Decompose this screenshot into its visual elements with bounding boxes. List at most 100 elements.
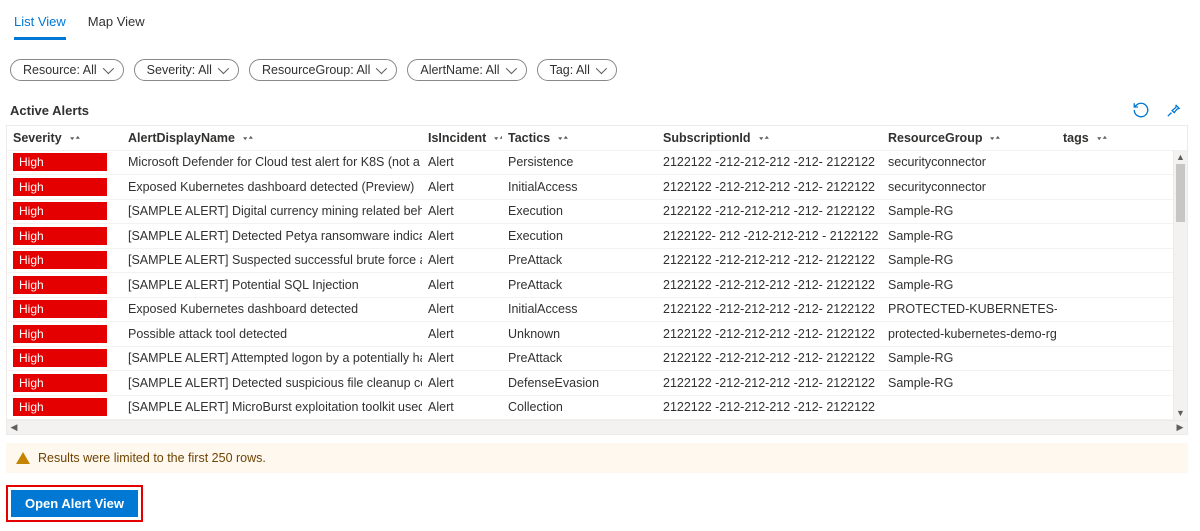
chevron-down-icon (505, 63, 516, 74)
cell-isincident: Alert (422, 351, 502, 365)
cell-alertdisplayname: [SAMPLE ALERT] Digital currency mining r… (122, 204, 422, 218)
table-row[interactable]: High Microsoft Defender for Cloud test al… (7, 151, 1187, 176)
filter-label: AlertName: All (420, 63, 499, 77)
filter-label: Severity: All (147, 63, 212, 77)
cell-severity: High (7, 178, 122, 196)
filter-pill[interactable]: Tag: All (537, 59, 617, 81)
cell-severity: High (7, 251, 122, 269)
chevron-down-icon (102, 63, 113, 74)
cell-alertdisplayname: [SAMPLE ALERT] MicroBurst exploitation t… (122, 400, 422, 414)
col-subscriptionid[interactable]: SubscriptionId (657, 131, 882, 145)
cell-resourcegroup: PROTECTED-KUBERNETES-DEMO-RG (882, 302, 1057, 316)
cell-tactics: Persistence (502, 155, 657, 169)
sort-icon (757, 131, 771, 145)
cell-tactics: Execution (502, 229, 657, 243)
col-resourcegroup[interactable]: ResourceGroup (882, 131, 1057, 145)
cell-isincident: Alert (422, 180, 502, 194)
filter-pill[interactable]: Severity: All (134, 59, 239, 81)
col-alertdisplayname[interactable]: AlertDisplayName (122, 131, 422, 145)
cell-resourcegroup: Sample-RG (882, 376, 1057, 390)
sort-icon (556, 131, 570, 145)
horizontal-scrollbar[interactable]: ◀ ▶ (7, 420, 1187, 434)
open-alert-view-button[interactable]: Open Alert View (11, 490, 138, 517)
cell-subscriptionid: 2122122 -212-212-212 -212- 2122122 (657, 180, 882, 194)
scrollbar-thumb[interactable] (1176, 164, 1185, 222)
cell-subscriptionid: 2122122 -212-212-212 -212- 2122122 (657, 400, 882, 414)
cell-alertdisplayname: Exposed Kubernetes dashboard detected (P… (122, 180, 422, 194)
cell-tactics: DefenseEvasion (502, 376, 657, 390)
cell-isincident: Alert (422, 376, 502, 390)
section-title: Active Alerts (10, 103, 89, 118)
table-row[interactable]: High [SAMPLE ALERT] Potential SQL Injecti… (7, 273, 1187, 298)
table-row[interactable]: High [SAMPLE ALERT] Digital currency mini… (7, 200, 1187, 225)
cell-tactics: InitialAccess (502, 180, 657, 194)
cell-subscriptionid: 2122122- 212 -212-212-212 - 2122122 (657, 229, 882, 243)
severity-badge: High (13, 398, 107, 416)
undo-icon[interactable] (1132, 101, 1150, 119)
severity-badge: High (13, 178, 107, 196)
scroll-up-icon[interactable]: ▲ (1174, 150, 1187, 164)
scroll-down-icon[interactable]: ▼ (1174, 406, 1187, 420)
filter-pill[interactable]: Resource: All (10, 59, 124, 81)
cell-alertdisplayname: [SAMPLE ALERT] Suspected successful brut… (122, 253, 422, 267)
cell-resourcegroup: Sample-RG (882, 278, 1057, 292)
cell-resourcegroup: Sample-RG (882, 229, 1057, 243)
cell-alertdisplayname: Microsoft Defender for Cloud test alert … (122, 155, 422, 169)
tab-map-view[interactable]: Map View (88, 10, 145, 40)
severity-badge: High (13, 325, 107, 343)
tab-list-view[interactable]: List View (14, 10, 66, 40)
cell-alertdisplayname: [SAMPLE ALERT] Potential SQL Injection (122, 278, 422, 292)
cell-tactics: PreAttack (502, 253, 657, 267)
cell-tactics: Collection (502, 400, 657, 414)
cell-subscriptionid: 2122122 -212-212-212 -212- 2122122 (657, 278, 882, 292)
table-row[interactable]: High[SAMPLE ALERT] Attempted logon by a … (7, 347, 1187, 372)
table-row[interactable]: High[SAMPLE ALERT] Detected Petya ransom… (7, 224, 1187, 249)
severity-badge: High (13, 349, 107, 367)
filter-bar: Resource: All Severity: All ResourceGroup:… (6, 59, 1188, 81)
sort-icon (241, 131, 255, 145)
vertical-scrollbar[interactable]: ▲ ▼ (1173, 150, 1187, 420)
severity-badge: High (13, 251, 107, 269)
cell-tactics: Execution (502, 204, 657, 218)
col-isincident[interactable]: IsIncident (422, 131, 502, 145)
cell-tactics: InitialAccess (502, 302, 657, 316)
severity-badge: High (13, 202, 107, 220)
cell-tactics: PreAttack (502, 278, 657, 292)
table-row[interactable]: High [SAMPLE ALERT] Suspected successful … (7, 249, 1187, 274)
cell-subscriptionid: 2122122 -212-212-212 -212- 2122122 (657, 376, 882, 390)
cell-subscriptionid: 2122122 -212-212-212 -212- 2122122 (657, 253, 882, 267)
severity-badge: High (13, 153, 107, 171)
cell-resourcegroup: Sample-RG (882, 204, 1057, 218)
view-tabs: List View Map View (6, 10, 1188, 41)
col-severity[interactable]: Severity (7, 131, 122, 145)
cell-resourcegroup: securityconnector (882, 155, 1057, 169)
scroll-right-icon[interactable]: ▶ (1173, 421, 1187, 434)
filter-label: Resource: All (23, 63, 97, 77)
severity-badge: High (13, 276, 107, 294)
table-row[interactable]: High [SAMPLE ALERT] MicroBurst exploitati… (7, 396, 1187, 421)
sort-icon (68, 131, 82, 145)
table-row[interactable]: High Exposed Kubernetes dashboard detecte… (7, 175, 1187, 200)
table-row[interactable]: HighPossible attack tool detectedAlertUn… (7, 322, 1187, 347)
chevron-down-icon (218, 63, 229, 74)
cell-isincident: Alert (422, 400, 502, 414)
cell-subscriptionid: 2122122 -212-212-212 -212- 2122122 (657, 351, 882, 365)
scroll-left-icon[interactable]: ◀ (7, 421, 21, 434)
pin-icon[interactable] (1164, 101, 1182, 119)
severity-badge: High (13, 374, 107, 392)
filter-pill[interactable]: ResourceGroup: All (249, 59, 397, 81)
col-tactics[interactable]: Tactics (502, 131, 657, 145)
cell-resourcegroup: Sample-RG (882, 351, 1057, 365)
chevron-down-icon (376, 63, 387, 74)
table-row[interactable]: HighExposed Kubernetes dashboard detecte… (7, 298, 1187, 323)
sort-icon (1095, 131, 1109, 145)
col-tags[interactable]: tags (1057, 131, 1117, 145)
filter-pill[interactable]: AlertName: All (407, 59, 526, 81)
cell-resourcegroup: Sample-RG (882, 253, 1057, 267)
cell-severity: High (7, 202, 122, 220)
table-row[interactable]: High[SAMPLE ALERT] Detected suspicious f… (7, 371, 1187, 396)
cell-severity: High (7, 398, 122, 416)
cell-isincident: Alert (422, 229, 502, 243)
cell-tactics: Unknown (502, 327, 657, 341)
filter-label: Tag: All (550, 63, 590, 77)
